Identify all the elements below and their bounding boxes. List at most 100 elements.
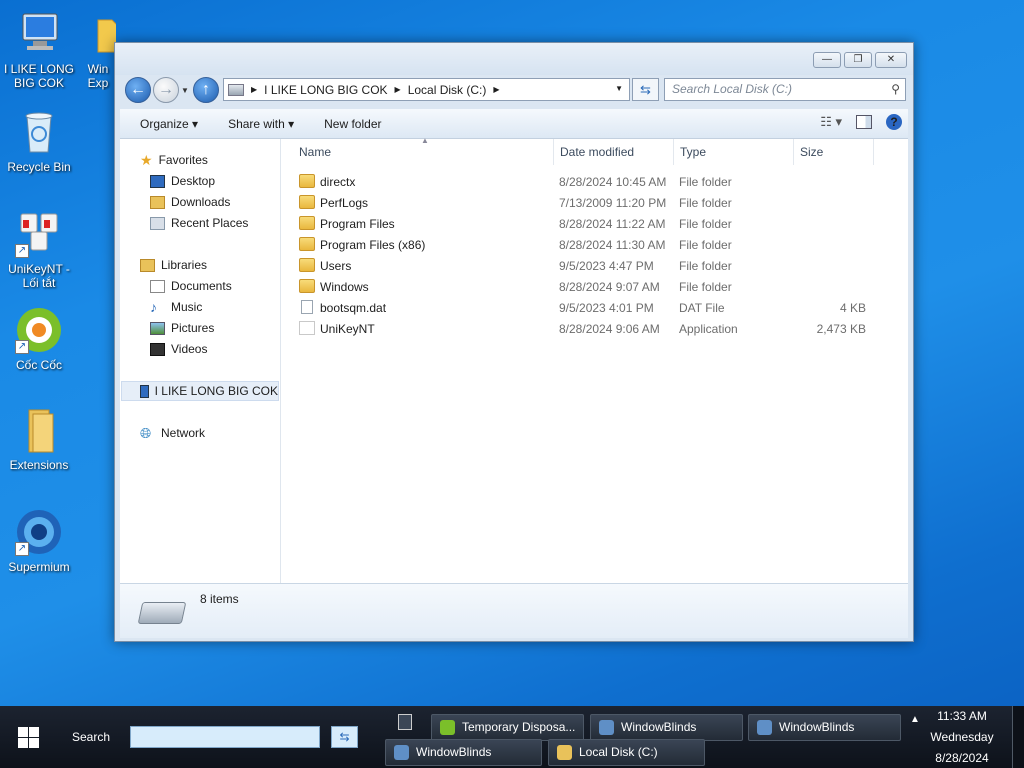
file-size: 4 KB: [839, 301, 866, 315]
file-name: PerfLogs: [320, 196, 369, 210]
view-options-icon[interactable]: ☷ ▾: [820, 114, 842, 130]
nav-item-computer[interactable]: I LIKE LONG BIG COK: [121, 381, 279, 401]
file-size: 2,473 KB: [816, 322, 866, 336]
search-icon: ⚲: [891, 82, 900, 96]
desktop-icon-win-exp[interactable]: Win Exp: [80, 10, 116, 90]
nav-label: Pictures: [171, 321, 215, 335]
nav-item-favorites[interactable]: ★ Favorites: [140, 150, 208, 170]
share-with-button[interactable]: Share with ▾: [228, 117, 294, 131]
drive-icon: [228, 83, 244, 96]
nav-label: Recent Places: [171, 216, 249, 230]
taskbar-button[interactable]: WindowBlinds: [590, 714, 743, 741]
organize-button[interactable]: Organize ▾: [140, 117, 198, 131]
file-row[interactable]: Program Files (x86) 8/28/2024 11:30 AM F…: [281, 235, 908, 256]
maximize-button[interactable]: ❐: [844, 52, 872, 68]
nav-label: Videos: [171, 342, 208, 356]
navigation-pane: ★ Favorites Desktop Downloads Recent Pla…: [120, 139, 281, 583]
column-header-name[interactable]: Name: [299, 145, 331, 159]
desktop-icon-label: Supermium: [8, 560, 70, 574]
address-dropdown-icon[interactable]: ▼: [615, 84, 623, 93]
forward-button[interactable]: →: [153, 77, 179, 103]
breadcrumb-separator-icon: ▶: [251, 85, 258, 94]
help-icon[interactable]: ?: [886, 114, 902, 130]
taskbar-button[interactable]: Temporary Disposa...: [431, 714, 584, 741]
column-divider[interactable]: [793, 139, 794, 165]
nav-label: Downloads: [171, 195, 231, 209]
file-list: Name ▲ Date modified Type Size directx 8…: [281, 136, 908, 583]
minimize-button[interactable]: —: [813, 52, 841, 68]
sort-arrow-icon: ▲: [421, 136, 429, 145]
nav-item-music[interactable]: ♪ Music: [150, 297, 202, 317]
taskbar-button-label: WindowBlinds: [779, 720, 855, 734]
preview-pane-icon[interactable]: [856, 115, 872, 129]
nav-item-libraries[interactable]: Libraries: [140, 255, 207, 275]
coccoc-icon: ↗: [15, 306, 63, 354]
taskbar-button-label: WindowBlinds: [621, 720, 697, 734]
desktop-icon-unikey[interactable]: ↗ UniKeyNT - Lối tắt: [1, 210, 77, 290]
folder-icon: [299, 258, 315, 272]
taskbar-button[interactable]: Local Disk (C:): [548, 739, 705, 766]
nav-item-pictures[interactable]: Pictures: [150, 318, 214, 338]
up-button[interactable]: ↑: [193, 77, 219, 103]
column-divider[interactable]: [553, 139, 554, 165]
window-titlebar[interactable]: — ❐ ✕: [115, 43, 913, 75]
refresh-button[interactable]: ⇆: [632, 78, 659, 101]
start-button[interactable]: [0, 706, 56, 768]
desktop-icon: [150, 174, 165, 188]
file-date: 8/28/2024 9:07 AM: [559, 280, 660, 294]
file-row[interactable]: Program Files 8/28/2024 11:22 AM File fo…: [281, 214, 908, 235]
breadcrumb-current[interactable]: Local Disk (C:): [408, 83, 487, 97]
column-header-type[interactable]: Type: [680, 145, 706, 159]
column-divider[interactable]: [673, 139, 674, 165]
file-type: DAT File: [679, 301, 725, 315]
search-placeholder: Search Local Disk (C:): [672, 82, 793, 96]
clock-time: 11:33 AM: [937, 709, 987, 723]
back-button[interactable]: ←: [125, 77, 151, 103]
nav-item-documents[interactable]: Documents: [150, 276, 232, 296]
file-row[interactable]: Windows 8/28/2024 9:07 AM File folder: [281, 277, 908, 298]
taskbar-button[interactable]: WindowBlinds: [748, 714, 901, 741]
breadcrumb-root[interactable]: I LIKE LONG BIG COK: [264, 83, 387, 97]
search-input[interactable]: Search Local Disk (C:) ⚲: [664, 78, 906, 101]
taskbar-search-go-button[interactable]: ⇆: [331, 726, 358, 748]
nav-item-network[interactable]: 🌐︎ Network: [140, 423, 205, 443]
recent-pages-chevron-icon[interactable]: ▼: [181, 86, 189, 95]
windowblinds-icon: [599, 720, 614, 735]
file-date: 8/28/2024 10:45 AM: [559, 175, 667, 189]
file-row[interactable]: PerfLogs 7/13/2009 11:20 PM File folder: [281, 193, 908, 214]
nav-item-downloads[interactable]: Downloads: [150, 192, 230, 212]
desktop-icon-computer[interactable]: I LIKE LONG BIG COK: [1, 10, 77, 90]
file-row[interactable]: UniKeyNT 8/28/2024 9:06 AM Application 2…: [281, 319, 908, 340]
nav-item-videos[interactable]: Videos: [150, 339, 207, 359]
desktop-icon-recycle-bin[interactable]: Recycle Bin: [1, 108, 77, 174]
file-row[interactable]: bootsqm.dat 9/5/2023 4:01 PM DAT File 4 …: [281, 298, 908, 319]
calculator-icon[interactable]: [398, 714, 412, 730]
desktop-icon-extensions[interactable]: Extensions: [1, 406, 77, 472]
desktop-icon-supermium[interactable]: ↗ Supermium: [1, 508, 77, 574]
column-header-date[interactable]: Date modified: [560, 145, 634, 159]
nav-item-desktop[interactable]: Desktop: [150, 171, 215, 191]
nav-label: Libraries: [161, 258, 208, 272]
show-desktop-button[interactable]: [1012, 706, 1024, 768]
file-name: Windows: [320, 280, 369, 294]
file-row[interactable]: directx 8/28/2024 10:45 AM File folder: [281, 172, 908, 193]
column-header-size[interactable]: Size: [800, 145, 823, 159]
drive-icon: [137, 602, 187, 624]
address-bar[interactable]: ▶ I LIKE LONG BIG COK ▶ Local Disk (C:) …: [223, 78, 630, 101]
navigation-bar: ← → ▼ ↑ ▶ I LIKE LONG BIG COK ▶ Local Di…: [115, 75, 913, 109]
shortcut-arrow-icon: ↗: [15, 340, 29, 354]
column-divider[interactable]: [873, 139, 874, 165]
new-folder-button[interactable]: New folder: [324, 117, 381, 131]
taskbar: Search ⇆ Temporary Disposa... WindowBlind…: [0, 706, 1024, 768]
desktop-icon-label: Win Exp: [87, 62, 109, 90]
close-button[interactable]: ✕: [875, 52, 907, 68]
show-hidden-icons-button[interactable]: ▲: [910, 714, 920, 725]
file-row[interactable]: Users 9/5/2023 4:47 PM File folder: [281, 256, 908, 277]
clock[interactable]: 11:33 AM Wednesday 8/28/2024: [922, 706, 1002, 768]
nav-item-recent-places[interactable]: Recent Places: [150, 213, 248, 233]
taskbar-search-input[interactable]: [130, 726, 320, 748]
desktop-icon-coccoc[interactable]: ↗ Cốc Cốc: [1, 306, 77, 372]
recent-places-icon: [150, 216, 165, 230]
pictures-icon: [150, 321, 165, 335]
taskbar-button[interactable]: WindowBlinds: [385, 739, 542, 766]
